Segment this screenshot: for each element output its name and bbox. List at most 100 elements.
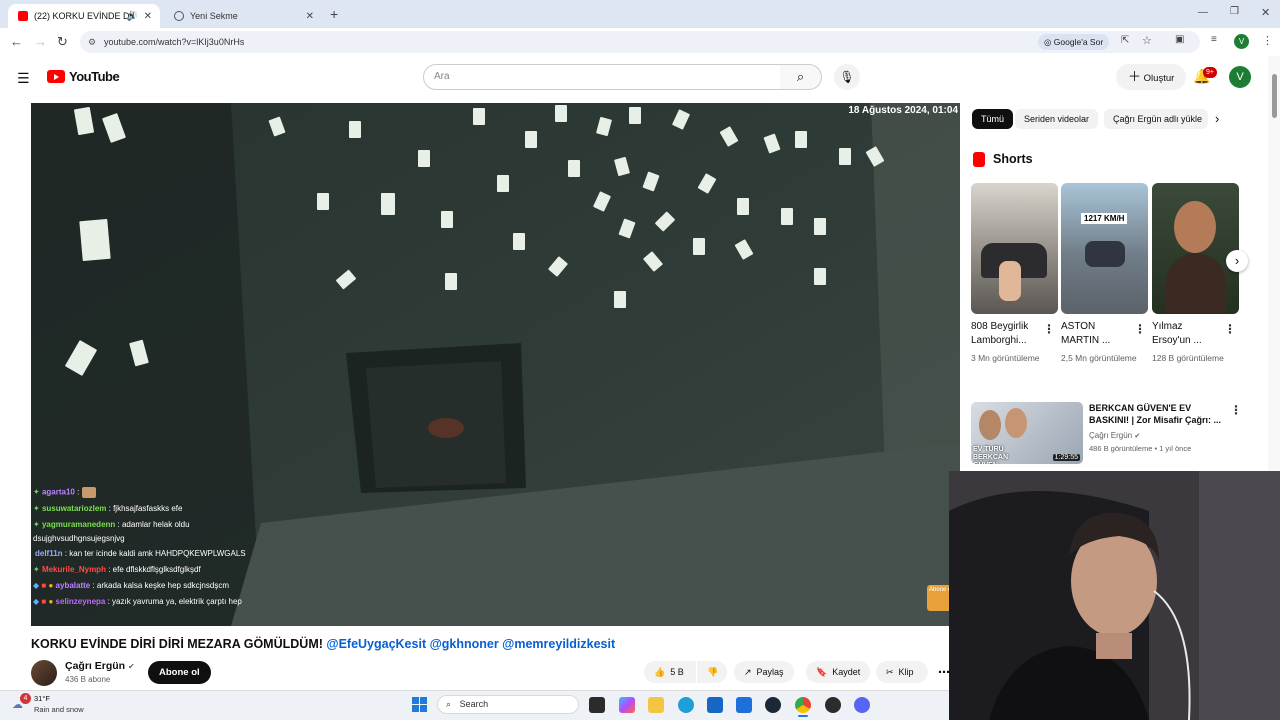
taskbar-search[interactable]: ⌕ Search — [437, 695, 579, 714]
webcam-frame — [949, 471, 1280, 720]
youtube-logo[interactable]: YouTube — [47, 69, 120, 84]
recommended-title[interactable]: BERKCAN GÜVEN'E EV BASKINI! | Zor Misafi… — [1089, 402, 1225, 426]
chevron-right-icon[interactable]: › — [1215, 111, 1219, 126]
url-bar[interactable]: ⚙ youtube.com/watch?v=lKIj3u0NrHs — [80, 31, 1200, 53]
reload-icon[interactable]: ↻ — [57, 34, 68, 50]
dislike-button[interactable]: 👎 — [697, 661, 727, 683]
back-icon[interactable]: ← — [10, 34, 23, 49]
file-explorer-icon[interactable] — [648, 697, 664, 713]
more-options-icon[interactable]: ⋮ — [1224, 322, 1236, 336]
page-scrollbar[interactable] — [1268, 56, 1280, 471]
webcam-overlay — [949, 471, 1280, 720]
short-title[interactable]: ASTON MARTIN ... — [1061, 320, 1131, 348]
audio-icon: 🔊 — [126, 10, 138, 21]
minimize-icon[interactable]: — — [1198, 7, 1208, 18]
voice-search-icon[interactable]: 🎙 — [834, 64, 860, 90]
more-options-icon[interactable]: ⋮ — [1230, 403, 1242, 417]
face-shape — [1174, 201, 1216, 253]
playing-card — [568, 160, 580, 177]
playing-card — [418, 150, 430, 167]
copilot-icon[interactable] — [619, 697, 635, 713]
share-button[interactable]: ↗ Paylaş — [734, 661, 794, 683]
steam-icon[interactable] — [765, 697, 781, 713]
recommended-meta: 486 B görüntüleme • 1 yıl önce — [1089, 444, 1192, 453]
chat-message: ✦ susuwatariozlem : fjkhsajfasfaskks efe — [33, 504, 182, 513]
profile-avatar[interactable]: V — [1234, 34, 1249, 49]
create-button[interactable]: ＋ Oluştur — [1116, 64, 1187, 90]
video-player[interactable]: 18 Ağustos 2024, 01:04 Abone ol — [31, 103, 960, 626]
channel-name[interactable]: Çağrı Ergün ✔ — [65, 660, 135, 672]
share-icon: ↗ — [744, 667, 752, 677]
short-thumbnail[interactable] — [1152, 183, 1239, 314]
close-tab-icon[interactable]: ✕ — [306, 11, 314, 22]
more-options-icon[interactable]: ⋮ — [1134, 322, 1146, 336]
clip-button[interactable]: ✂ Klip — [876, 661, 928, 683]
close-tab-icon[interactable]: ✕ — [144, 11, 152, 22]
account-avatar[interactable]: V — [1229, 66, 1251, 88]
playing-card — [513, 233, 525, 250]
person-shape — [1005, 408, 1027, 438]
scrollbar-thumb[interactable] — [1272, 74, 1277, 118]
hamburger-menu-icon[interactable]: ☰ — [17, 70, 30, 87]
browser-menu-icon[interactable]: ⋮ — [1262, 34, 1273, 47]
weather-temp[interactable]: 31°F — [34, 694, 50, 703]
recommended-channel[interactable]: Çağrı Ergün ✔ — [1089, 431, 1140, 440]
weather-icon[interactable]: ☁ — [12, 698, 23, 711]
tab-youtube[interactable]: (22) KORKU EVİNDE DİRİ D 🔊 ✕ — [8, 4, 160, 28]
filter-chip-uploads[interactable]: Çağrı Ergün adlı yükle — [1104, 109, 1208, 129]
search-button[interactable]: ⌕ — [780, 64, 822, 90]
short-thumbnail[interactable] — [971, 183, 1058, 314]
search-input[interactable]: Ara — [423, 64, 781, 90]
bookmark-star-icon[interactable]: ☆ — [1142, 34, 1152, 47]
active-app-indicator — [798, 715, 808, 717]
weather-desc[interactable]: Rain and snow — [34, 705, 84, 714]
video-title-mentions[interactable]: @EfeUygaçKesit @gkhnoner @memreyildizkes… — [326, 637, 615, 651]
short-thumbnail[interactable]: 1217 KM/H — [1061, 183, 1148, 314]
new-tab-button[interactable]: + — [330, 6, 338, 22]
create-label: Oluştur — [1143, 73, 1175, 84]
windows-start-icon[interactable] — [412, 697, 427, 712]
forward-icon[interactable]: → — [34, 34, 47, 49]
chat-text: : efe dflskkdflşglksdfglkşdf — [108, 565, 201, 574]
filter-chip-all[interactable]: Tümü — [972, 109, 1014, 129]
filter-chip-series[interactable]: Seriden videolar — [1015, 109, 1099, 129]
short-title[interactable]: Yılmaz Ersoy'un ... — [1152, 320, 1222, 348]
channel-avatar[interactable] — [31, 660, 57, 686]
tab-new-tab[interactable]: Yeni Sekme ✕ — [164, 4, 322, 28]
edge-icon[interactable] — [678, 697, 694, 713]
obs-icon[interactable] — [825, 697, 841, 713]
shorts-next-button[interactable]: › — [1226, 250, 1248, 272]
like-button[interactable]: 👍 5 B — [644, 661, 696, 683]
short-title[interactable]: 808 Beygirlik Lamborghi... — [971, 320, 1041, 348]
save-button[interactable]: 🔖 Kaydet — [806, 661, 871, 683]
outlook-icon[interactable] — [736, 697, 752, 713]
chat-username: Mekurile_Nymph — [41, 565, 106, 574]
hand-shape — [999, 261, 1021, 301]
google-ask-button[interactable]: ◎ Google'a Sor — [1038, 34, 1110, 50]
chat-badge-icon: ■ — [41, 581, 47, 590]
video-frame — [31, 103, 960, 626]
install-app-icon[interactable]: ⇱ — [1121, 35, 1129, 46]
playing-card — [497, 175, 509, 192]
discord-icon[interactable] — [854, 697, 870, 713]
google-ask-label: Google'a Sor — [1053, 37, 1104, 47]
video-title-text: KORKU EVİNDE DİRİ DİRİ MEZARA GÖMÜLDÜM! — [31, 637, 323, 651]
maximize-icon[interactable]: ❐ — [1230, 6, 1239, 17]
side-panel-icon[interactable]: ▣ — [1175, 34, 1184, 45]
store-icon[interactable] — [707, 697, 723, 713]
playing-card — [555, 105, 567, 122]
more-options-icon[interactable]: ⋮ — [1043, 322, 1055, 336]
close-window-icon[interactable]: ✕ — [1261, 6, 1270, 19]
more-actions-icon[interactable]: ⋯ — [938, 665, 950, 679]
recommended-thumbnail[interactable]: EV TURU BERKCAN GÜVEN 1:29:55 — [971, 402, 1083, 464]
playing-card — [693, 238, 705, 255]
site-info-icon[interactable]: ⚙ — [88, 31, 96, 53]
playing-card — [737, 198, 749, 215]
chrome-icon[interactable] — [795, 697, 811, 713]
save-label: Kaydet — [832, 667, 861, 677]
subscribe-button[interactable]: Abone ol — [148, 661, 211, 684]
task-view-icon[interactable] — [589, 697, 605, 713]
youtube-favicon-icon — [18, 11, 28, 21]
url-text: youtube.com/watch?v=lKIj3u0NrHs — [104, 37, 245, 47]
media-controls-icon[interactable]: ≡ — [1211, 34, 1217, 45]
